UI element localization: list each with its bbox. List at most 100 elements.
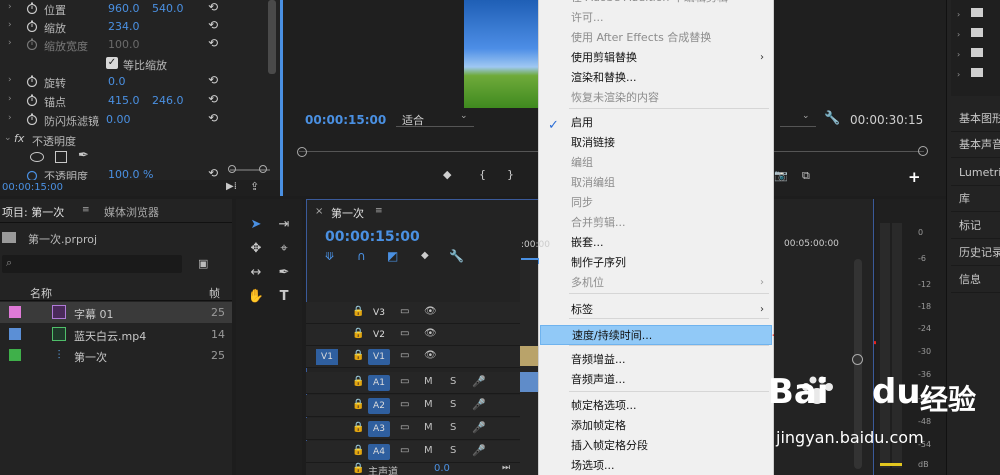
solo-button[interactable]: S [450,422,456,433]
mute-button[interactable]: M [424,445,433,456]
sync-lock-icon[interactable]: ▭ [400,399,409,410]
menu-item-15[interactable]: 速度/持续时间... [540,325,772,345]
eye-icon[interactable]: 👁 [424,328,437,339]
lock-icon[interactable]: 🔒 [352,376,364,387]
collapse-arrow-icon[interactable]: ⌄ [4,133,12,143]
search-input[interactable]: ⌕ [2,255,182,273]
menu-item-1[interactable]: 使用 After Effects 合成替换 [540,28,772,48]
slip-tool-icon[interactable]: ↔ [246,263,266,283]
mute-button[interactable]: M [424,399,433,410]
lock-icon[interactable]: 🔒 [352,306,364,317]
solo-button[interactable]: S [450,376,456,387]
menu-item-12[interactable]: 制作子序列 [540,253,772,273]
menu-item-6[interactable]: 取消链接 [540,133,772,153]
col-frame-rate[interactable]: 帧 [209,285,220,301]
menu-item-10[interactable]: 合并剪辑... [540,213,772,233]
reset-icon[interactable]: ⟲ [208,111,218,125]
menu-item-11[interactable]: 嵌套... [540,233,772,253]
mark-out-icon[interactable]: } [507,168,514,181]
new-bin-from-search-icon[interactable]: ▣ [198,257,208,270]
tab-sequence[interactable]: 第一次 [331,205,364,221]
pen-mask-icon[interactable]: ✒ [78,148,89,163]
track-name[interactable]: A4 [368,444,390,460]
panel-essential-sound[interactable]: 基本声音 [951,132,1000,158]
menu-item-0[interactable]: 许可... [540,8,772,28]
mark-in-icon[interactable]: { [479,168,486,181]
export-icon[interactable]: ⇪ [250,180,259,193]
go-to-end-icon[interactable]: ⏭ [502,463,510,473]
menu-item-9[interactable]: 同步 [540,193,772,213]
tab-menu-icon[interactable]: ≡ [82,205,90,215]
scroll-handle-left[interactable] [228,165,236,173]
solo-button[interactable]: S [450,445,456,456]
reset-icon[interactable]: ⟲ [208,18,218,32]
ec-value-1[interactable]: 234.0 [108,20,140,33]
audio-clip[interactable] [520,372,538,392]
panel-info[interactable]: 信息 [951,267,1000,293]
project-item[interactable]: 蓝天白云.mp4 14 [0,324,232,345]
pen-tool-icon[interactable]: ✒ [274,263,294,283]
expand-arrow-icon[interactable]: › [8,2,12,12]
lock-icon[interactable]: 🔒 [352,350,364,361]
col-name[interactable]: 名称 [30,285,52,301]
menu-item-17[interactable]: 音频声道... [540,370,772,390]
stopwatch-icon[interactable] [26,112,38,125]
tab-media-browser[interactable]: 媒体浏览器 [104,204,159,220]
track-name[interactable]: V3 [368,305,390,321]
microphone-icon[interactable]: 🎤 [472,375,486,388]
wrench-icon[interactable]: 🔧 [824,111,840,126]
menu-item-21[interactable]: 场选项... [540,456,772,475]
menu-item-2[interactable]: 使用剪辑替换 › [540,48,772,68]
close-icon[interactable]: × [315,206,323,217]
microphone-icon[interactable]: 🎤 [472,421,486,434]
menu-item-3[interactable]: 渲染和替换... [540,68,772,88]
fit-dropdown[interactable]: 适合 ⌄ [396,111,474,127]
track-name[interactable]: V1 [368,349,390,365]
add-marker-icon[interactable]: ◆ [443,168,451,181]
reset-icon[interactable]: ⟲ [208,36,218,50]
sync-lock-icon[interactable]: ▭ [400,350,409,361]
stopwatch-icon[interactable] [26,19,38,32]
label-color-swatch[interactable] [9,306,21,318]
sync-lock-icon[interactable]: ▭ [400,422,409,433]
label-color-swatch[interactable] [9,349,21,361]
eye-icon[interactable]: 👁 [424,350,437,361]
linked-selection-icon[interactable]: ◩ [387,249,398,263]
expand-arrow-icon[interactable]: › [8,38,12,48]
stopwatch-icon[interactable] [26,168,38,180]
source-patch[interactable]: V1 [316,349,338,365]
add-marker-icon[interactable]: ◆ [421,250,429,261]
mute-button[interactable]: M [424,422,433,433]
ellipse-mask-icon[interactable] [30,152,44,162]
ruler-handle-icon[interactable] [297,147,307,157]
type-tool-icon[interactable]: T [274,287,294,307]
playback-ruler-right[interactable] [774,151,924,152]
selection-tool-icon[interactable]: ➤ [246,215,266,235]
menu-item-5[interactable]: 启用 ✓ [540,113,772,133]
expand-arrow-icon[interactable]: › [8,20,12,30]
uniform-scale-checkbox[interactable]: ✓ [106,57,118,69]
track-name[interactable]: A2 [368,398,390,414]
panel-history[interactable]: 历史记录 [951,240,1000,266]
expand-arrow-icon[interactable]: › [8,94,12,104]
scroll-handle-right[interactable] [259,165,267,173]
mute-button[interactable]: M [424,376,433,387]
ec-value-1[interactable]: 0.0 [108,75,126,88]
ec-value-1[interactable]: 960.0 [108,2,140,15]
reset-icon[interactable]: ⟲ [208,73,218,87]
microphone-icon[interactable]: 🎤 [472,444,486,457]
ec-vertical-scrollbar[interactable] [268,0,276,74]
menu-item-8[interactable]: 取消编组 [540,173,772,193]
solo-button[interactable]: S [450,399,456,410]
menu-item-19[interactable]: 添加帧定格 [540,416,772,436]
video-clip[interactable] [520,346,538,366]
lock-icon[interactable]: 🔒 [352,399,364,410]
expand-arrow-icon[interactable]: › [8,75,12,85]
playback-ruler[interactable] [297,146,538,158]
ec-value-2[interactable]: 540.0 [152,2,184,15]
ec-value-2[interactable]: 246.0 [152,94,184,107]
menu-item-16[interactable]: 音频增益... [540,350,772,370]
nest-toggle-icon[interactable]: ⟱ [325,250,334,263]
menu-item-20[interactable]: 插入帧定格分段 [540,436,772,456]
ripple-edit-tool-icon[interactable]: ✥ [246,239,266,259]
